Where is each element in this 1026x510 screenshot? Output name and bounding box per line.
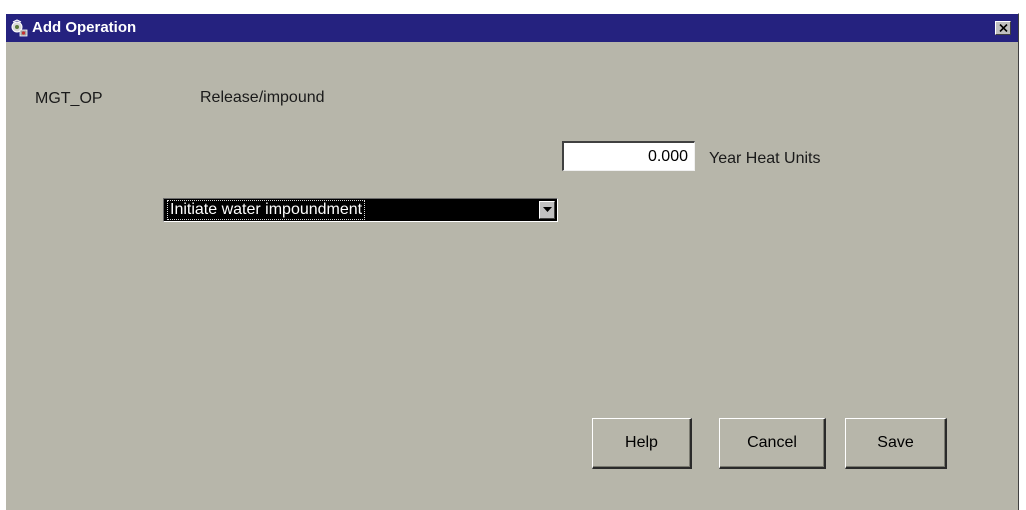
close-icon (999, 24, 1008, 32)
window-title: Add Operation (32, 19, 137, 36)
impound-action-selected: Initiate water impoundment (167, 200, 366, 220)
title-bar[interactable]: Add Operation (6, 14, 1018, 42)
operation-code-label: MGT_OP (35, 90, 103, 107)
operation-app-icon (10, 19, 28, 37)
help-button[interactable]: Help (592, 418, 692, 469)
dropdown-arrow-button[interactable] (539, 201, 555, 219)
heat-units-label: Year Heat Units (709, 150, 821, 167)
operation-name-label: Release/impound (200, 89, 325, 106)
close-button[interactable] (995, 21, 1011, 35)
heat-units-input[interactable] (562, 141, 695, 171)
save-button[interactable]: Save (845, 418, 947, 469)
cancel-button[interactable]: Cancel (719, 418, 826, 469)
add-operation-dialog: Add Operation MGT_OP Release/impound Yea… (5, 13, 1019, 510)
impound-action-select[interactable]: Initiate water impoundment (163, 198, 558, 222)
chevron-down-icon (543, 207, 552, 212)
